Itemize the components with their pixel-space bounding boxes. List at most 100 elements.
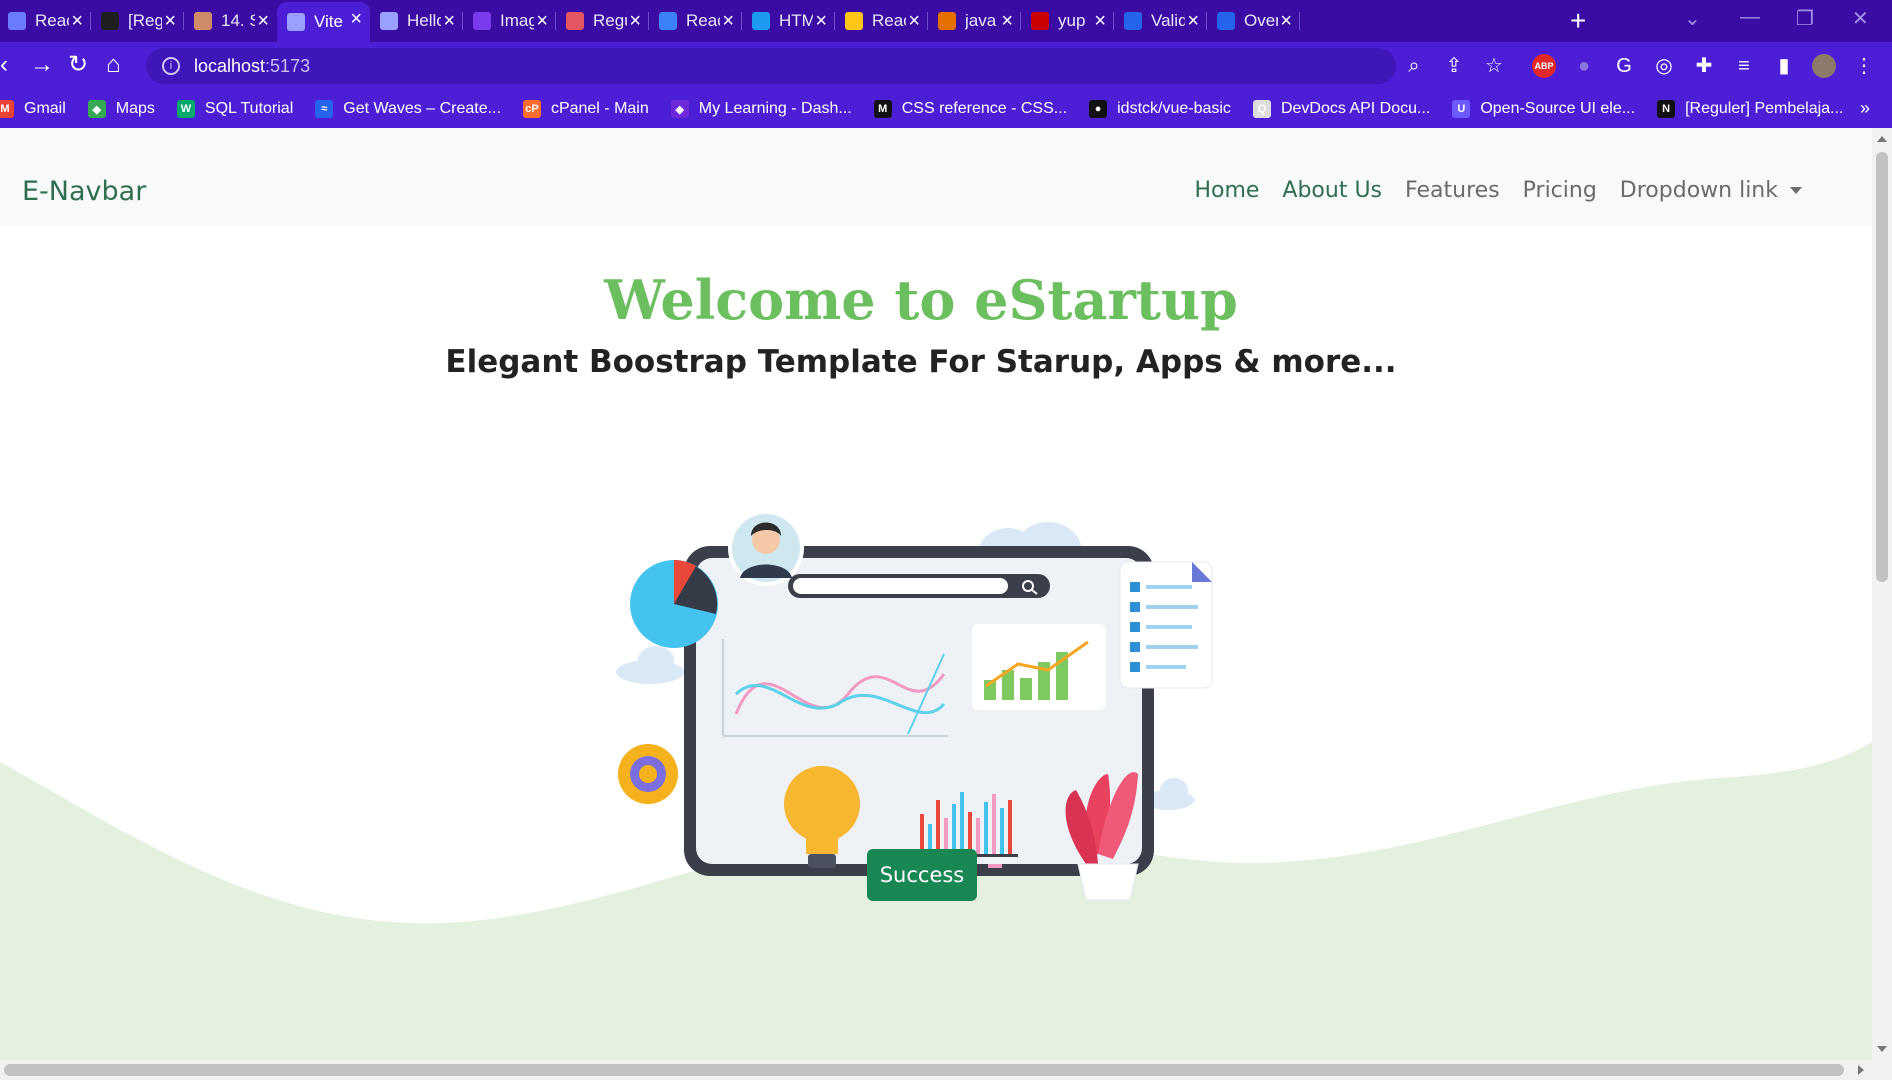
bookmark-item[interactable]: Q DevDocs API Docu...	[1252, 100, 1430, 118]
close-tab-icon[interactable]: ×	[1094, 11, 1106, 31]
vertical-scroll-thumb[interactable]	[1876, 152, 1888, 582]
browser-tab[interactable]: HTM ×	[742, 4, 835, 38]
browser-tab[interactable]: Vite ×	[277, 2, 370, 42]
browser-tab[interactable]: java ×	[928, 4, 1021, 38]
bookmark-favicon-icon: M	[873, 100, 892, 118]
book-icon	[194, 12, 212, 30]
close-tab-icon[interactable]: ×	[722, 11, 734, 31]
nav-link-home[interactable]: Home	[1194, 178, 1259, 203]
browser-tab[interactable]: [Reg ×	[91, 4, 184, 38]
close-tab-icon[interactable]: ×	[1187, 11, 1199, 31]
vertical-scrollbar[interactable]	[1872, 128, 1892, 1060]
bookmark-label: cPanel - Main	[550, 100, 649, 117]
close-tab-icon[interactable]: ×	[71, 11, 83, 31]
menu-kebab-icon[interactable]: ⋮	[1852, 54, 1876, 78]
browser-tab[interactable]: 14. S×	[184, 4, 277, 38]
close-tab-icon[interactable]: ×	[536, 11, 548, 31]
bookmark-item[interactable]: M Gmail	[0, 100, 66, 118]
extensions-puzzle-icon[interactable]: ✚	[1692, 54, 1716, 78]
browser-tab[interactable]: Imag ×	[463, 4, 556, 38]
reload-icon[interactable]: ↻	[68, 52, 88, 78]
tab-search-icon[interactable]: ⌄	[1684, 6, 1701, 31]
translate-icon[interactable]: G	[1612, 54, 1636, 78]
nav-link-features[interactable]: Features	[1405, 178, 1500, 203]
browser-tab[interactable]: Valid ×	[1114, 4, 1207, 38]
browser-tab[interactable]: yup ×	[1021, 4, 1114, 38]
tab-title: 14. S	[221, 11, 255, 30]
maven-icon	[8, 12, 26, 30]
extension-mic-icon[interactable]: ●	[1572, 54, 1596, 78]
adblock-icon[interactable]: ABP	[1532, 54, 1556, 78]
nav-link-about-us[interactable]: About Us	[1282, 178, 1382, 203]
close-tab-icon[interactable]: ×	[164, 11, 176, 31]
flask-icon	[566, 12, 584, 30]
success-button[interactable]: Success	[867, 849, 977, 901]
bookmark-item[interactable]: ◈ My Learning - Dash...	[670, 100, 852, 118]
maximize-button[interactable]: ❐	[1796, 6, 1814, 31]
bookmark-item[interactable]: ◆ Maps	[87, 100, 155, 118]
profile-avatar[interactable]	[1812, 54, 1836, 78]
browser-tab[interactable]: Reac×	[835, 4, 928, 38]
share-icon[interactable]: ⇪	[1442, 54, 1466, 78]
bookmark-label: My Learning - Dash...	[698, 100, 852, 117]
scroll-right-arrow-icon[interactable]	[1858, 1065, 1864, 1075]
hero-illustration	[616, 510, 1213, 901]
horizontal-scrollbar[interactable]	[0, 1060, 1892, 1080]
bookmarks-overflow-button[interactable]: »	[1860, 98, 1870, 119]
bookmark-item[interactable]: cP cPanel - Main	[522, 100, 649, 118]
target-icon[interactable]: ◎	[1652, 54, 1676, 78]
close-tab-icon[interactable]: ×	[1001, 11, 1013, 31]
web-icon	[752, 12, 770, 30]
close-tab-icon[interactable]: ×	[350, 9, 362, 29]
close-tab-icon[interactable]: ×	[629, 11, 641, 31]
tab-separator	[1299, 12, 1300, 30]
close-tab-icon[interactable]: ×	[257, 11, 269, 31]
growth-bar-chart-icon	[972, 624, 1106, 710]
horizontal-scroll-thumb[interactable]	[4, 1064, 1844, 1076]
bookmark-item[interactable]: M CSS reference - CSS...	[873, 100, 1067, 118]
bookmark-item[interactable]: U Open-Source UI ele...	[1452, 100, 1635, 118]
zoom-icon[interactable]: ⌕	[1402, 54, 1426, 78]
tab-title: Regu	[593, 11, 627, 30]
tab-strip: Reac×[Reg×14. S×Vite×Hello×Imag×Regu×Rea…	[0, 0, 1892, 42]
browser-tab[interactable]: Over ×	[1207, 4, 1300, 38]
bookmark-item[interactable]: ● idstck/vue-basic	[1089, 100, 1231, 118]
gear-icon	[618, 744, 678, 804]
address-bar[interactable]: i localhost:5173	[146, 48, 1396, 84]
media-queue-icon[interactable]: ≡	[1732, 54, 1756, 78]
browser-tab[interactable]: Reac×	[0, 4, 91, 38]
bookmark-label: idstck/vue-basic	[1117, 100, 1231, 117]
nav-link-dropdown[interactable]: Dropdown link	[1620, 178, 1802, 203]
home-icon[interactable]: ⌂	[106, 52, 121, 78]
side-panel-icon[interactable]: ▮	[1772, 54, 1796, 78]
close-tab-icon[interactable]: ×	[1280, 11, 1292, 31]
bookmark-item[interactable]: ≈ Get Waves – Create...	[315, 100, 501, 118]
new-tab-button[interactable]: +	[1570, 6, 1586, 36]
minimize-button[interactable]: —	[1740, 6, 1760, 29]
close-tab-icon[interactable]: ×	[908, 11, 920, 31]
close-tab-icon[interactable]: ×	[443, 11, 455, 31]
forward-icon[interactable]: →	[30, 52, 54, 78]
tab-title: Valid	[1151, 11, 1185, 30]
site-info-icon[interactable]: i	[162, 57, 180, 75]
globe-icon	[287, 13, 305, 31]
scroll-down-arrow-icon[interactable]	[1877, 1046, 1887, 1052]
close-window-button[interactable]: ✕	[1852, 6, 1869, 31]
back-icon[interactable]: ‹	[0, 52, 8, 78]
bookmark-favicon-icon: U	[1452, 100, 1471, 118]
address-toolbar: ‹ → ↻ ⌂ i localhost:5173 ⌕ ⇪ ☆ ABP ● G ◎…	[0, 42, 1892, 90]
bookmarks-bar: M Gmail ◆ Maps W SQL Tutorial ≈ Get Waves – Cre…	[0, 90, 1892, 128]
bookmark-item[interactable]: N [Reguler] Pembelaja...	[1657, 100, 1843, 118]
tab-title: HTM	[779, 11, 813, 30]
bookmark-star-icon[interactable]: ☆	[1482, 54, 1506, 78]
navbar-brand[interactable]: E-Navbar	[22, 176, 146, 207]
browser-tab[interactable]: Hello×	[370, 4, 463, 38]
scroll-up-arrow-icon[interactable]	[1877, 136, 1887, 142]
nav-link-pricing[interactable]: Pricing	[1523, 178, 1597, 203]
browser-tab[interactable]: Regu×	[556, 4, 649, 38]
close-tab-icon[interactable]: ×	[815, 11, 827, 31]
bookmark-item[interactable]: W SQL Tutorial	[176, 100, 293, 118]
tab-title: Over	[1244, 11, 1278, 30]
browser-tab[interactable]: Reac×	[649, 4, 742, 38]
bookmark-label: Gmail	[24, 100, 66, 117]
